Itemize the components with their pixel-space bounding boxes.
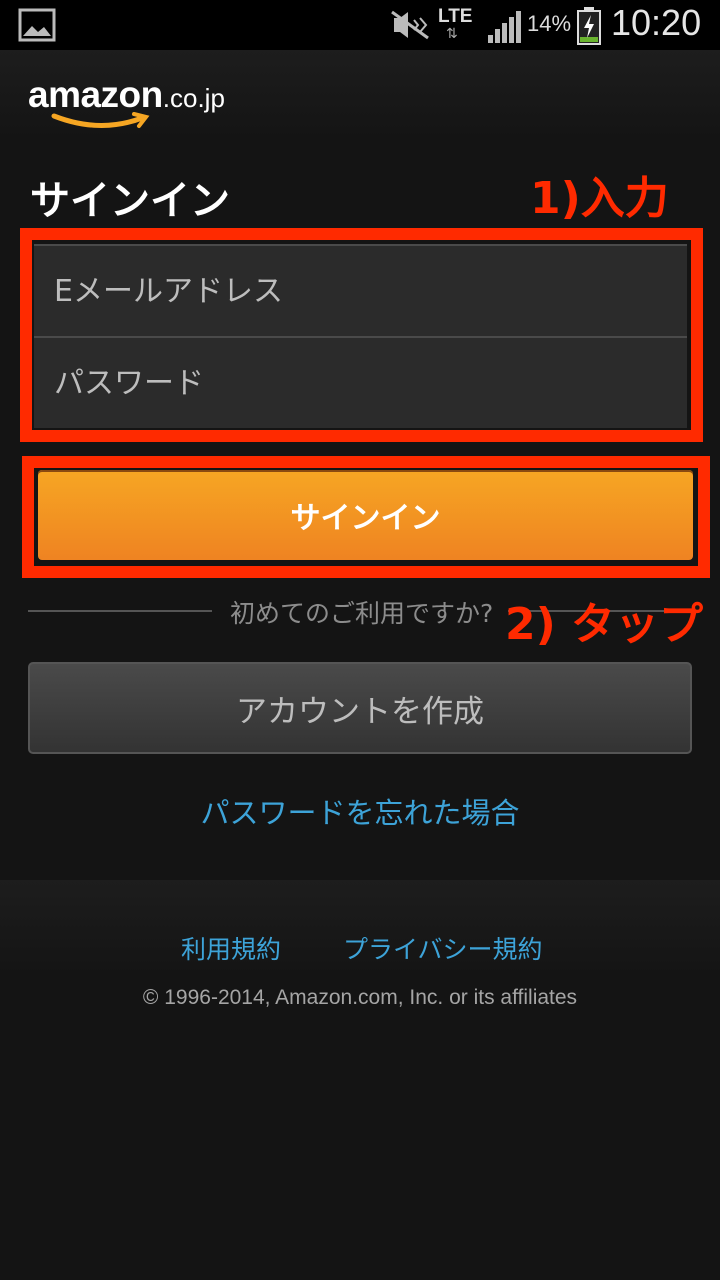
privacy-link[interactable]: プライバシー規約: [343, 930, 543, 966]
new-user-prompt: 初めてのご利用ですか?: [230, 599, 494, 628]
mute-icon: [391, 10, 429, 40]
signal-icon: [488, 11, 521, 43]
copyright-text: © 1996-2014, Amazon.com, Inc. or its aff…: [142, 986, 578, 1009]
create-account-button[interactable]: アカウントを作成: [28, 662, 692, 754]
logo-domain: .co.jp: [162, 83, 225, 113]
smile-arrow-icon: [51, 112, 150, 128]
screen: LTE ⇅ 14% 10:20 amazon.co.jp サインイン 1)入力: [0, 0, 720, 1280]
logo-word: amazon: [28, 74, 163, 115]
status-bar: LTE ⇅ 14% 10:20: [0, 0, 720, 50]
divider-left: [28, 610, 212, 612]
annotation-step-2: 2) タップ: [505, 599, 704, 650]
password-field-container: [34, 336, 687, 428]
footer-links: 利用規約 プライバシー規約: [0, 930, 720, 970]
amazon-logo[interactable]: amazon.co.jp: [28, 74, 225, 128]
page-title: サインイン: [30, 178, 230, 224]
forgot-password-link[interactable]: パスワードを忘れた場合: [0, 790, 720, 832]
terms-link[interactable]: 利用規約: [181, 930, 281, 966]
email-field-container: [34, 244, 687, 336]
signin-button[interactable]: サインイン: [38, 470, 693, 560]
network-type-label: LTE: [438, 6, 473, 27]
annotation-step-1: 1)入力: [530, 173, 669, 224]
email-field[interactable]: [34, 246, 687, 336]
data-activity-icon: ⇅: [446, 26, 458, 42]
password-field[interactable]: [34, 338, 687, 428]
battery-percent: 14%: [527, 11, 572, 36]
clock: 10:20: [611, 2, 702, 43]
gallery-icon: [18, 8, 56, 42]
battery-charging-icon: [577, 7, 601, 45]
